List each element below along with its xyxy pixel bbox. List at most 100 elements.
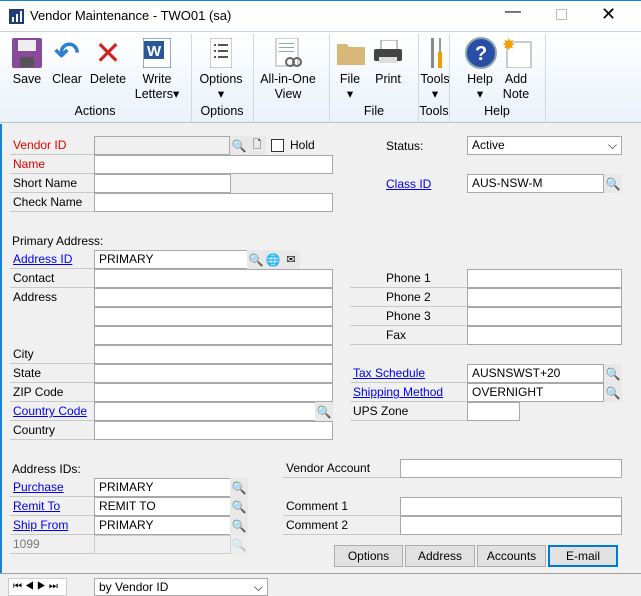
address-id-field[interactable]: PRIMARY xyxy=(94,250,248,269)
options-button[interactable]: Options xyxy=(334,545,403,567)
save-button[interactable]: Save xyxy=(8,36,46,87)
ship-from-label[interactable]: Ship From xyxy=(10,516,95,535)
globe-icon[interactable]: 🌐 xyxy=(264,250,282,269)
shipping-method-link[interactable]: Shipping Method xyxy=(353,385,443,399)
aio-label: All-in-One xyxy=(260,72,316,86)
svg-text:W: W xyxy=(147,43,162,60)
contact-field[interactable] xyxy=(94,269,333,288)
check-name-field[interactable] xyxy=(94,193,333,212)
address-line1-field[interactable] xyxy=(94,288,333,307)
status-value: Active xyxy=(472,138,505,152)
write-letters-button[interactable]: W Write Letters▾ xyxy=(132,36,182,102)
svg-text:?: ? xyxy=(475,43,487,65)
city-field[interactable] xyxy=(94,345,333,364)
window-title: Vendor Maintenance - TWO01 (sa) xyxy=(30,8,232,23)
accounts-button[interactable]: Accounts xyxy=(477,545,546,567)
lookup-icon[interactable]: 🔍 xyxy=(604,383,622,402)
purchase-label[interactable]: Purchase xyxy=(10,478,95,497)
comment2-field[interactable] xyxy=(400,516,622,535)
write-label: Write xyxy=(142,72,172,86)
lookup-icon[interactable]: 🔍 xyxy=(604,364,622,383)
print-button[interactable]: Print xyxy=(370,36,406,87)
remit-to-link[interactable]: Remit To xyxy=(13,499,60,513)
vendor-account-field[interactable] xyxy=(400,459,622,478)
zip-field[interactable] xyxy=(94,383,333,402)
clear-button[interactable]: ↶ Clear xyxy=(49,36,85,87)
ship-from-field[interactable]: PRIMARY xyxy=(94,516,231,535)
address-line3-field[interactable] xyxy=(94,326,333,345)
remit-to-field[interactable]: REMIT TO xyxy=(94,497,231,516)
vendor-id-field[interactable] xyxy=(94,136,230,155)
address-line2-field[interactable] xyxy=(94,307,333,326)
lookup-icon: 🔍 xyxy=(230,535,248,554)
phone2-label: Phone 2 xyxy=(350,288,468,307)
comment1-field[interactable] xyxy=(400,497,622,516)
clear-label: Clear xyxy=(52,72,82,86)
purchase-link[interactable]: Purchase xyxy=(13,480,64,494)
email-button[interactable]: E-mail xyxy=(548,545,618,567)
previous-record-icon[interactable]: ◀ xyxy=(25,581,37,592)
file-button[interactable]: File ▾ xyxy=(334,36,366,102)
phone1-label: Phone 1 xyxy=(350,269,468,288)
country-code-field[interactable] xyxy=(94,402,316,421)
phone2-field[interactable] xyxy=(467,288,622,307)
shipping-method-label[interactable]: Shipping Method xyxy=(350,383,468,402)
fax-field[interactable] xyxy=(467,326,622,345)
status-dropdown[interactable]: Active ⌵ xyxy=(467,136,622,155)
lookup-icon[interactable]: 🔍 xyxy=(230,497,248,516)
minimize-button[interactable]: — xyxy=(505,3,521,21)
state-field[interactable] xyxy=(94,364,333,383)
phone1-field[interactable] xyxy=(467,269,622,288)
tools-button[interactable]: Tools ▾ xyxy=(420,36,450,102)
add-note-button[interactable]: ✸ Add Note xyxy=(500,36,532,102)
next-record-icon[interactable]: ▶ xyxy=(37,581,49,592)
remit-to-label[interactable]: Remit To xyxy=(10,497,95,516)
tax-schedule-field[interactable]: AUSNSWST+20 xyxy=(467,364,604,383)
lookup-icon[interactable]: 🔍 xyxy=(315,402,333,421)
view-label: View xyxy=(274,87,302,101)
save-label: Save xyxy=(12,72,42,86)
address-id-link[interactable]: Address ID xyxy=(13,252,72,266)
country-field[interactable] xyxy=(94,421,333,440)
name-field[interactable] xyxy=(94,155,333,174)
options-ribbon-button[interactable]: Options ▾ xyxy=(196,36,246,102)
help-button[interactable]: ? Help ▾ xyxy=(464,36,497,102)
lookup-icon[interactable]: 🔍 xyxy=(247,250,265,269)
lookup-icon[interactable]: 🔍 xyxy=(230,516,248,535)
file-label: File xyxy=(339,72,361,86)
first-record-icon[interactable]: ⏮ xyxy=(13,581,25,592)
country-code-link[interactable]: Country Code xyxy=(13,404,87,418)
new-document-icon[interactable]: 🗋 xyxy=(248,136,266,155)
class-id-field[interactable]: AUS-NSW-M xyxy=(467,174,604,193)
lookup-icon[interactable]: 🔍 xyxy=(604,174,622,193)
hold-checkbox[interactable] xyxy=(271,139,284,152)
ups-zone-field[interactable] xyxy=(467,402,520,421)
tax-schedule-label[interactable]: Tax Schedule xyxy=(350,364,468,383)
close-button[interactable]: ✕ xyxy=(601,4,616,25)
phone3-field[interactable] xyxy=(467,307,622,326)
address-id-label[interactable]: Address ID xyxy=(10,250,95,269)
purchase-field[interactable]: PRIMARY xyxy=(94,478,231,497)
last-record-icon[interactable]: ⏭ xyxy=(49,581,61,592)
delete-button[interactable]: ✕ Delete xyxy=(88,36,128,87)
envelope-pin-icon[interactable]: ✉ xyxy=(282,250,300,269)
short-name-field[interactable] xyxy=(94,174,231,193)
delete-label: Delete xyxy=(89,72,127,86)
all-in-one-view-button[interactable]: All-in-One View xyxy=(256,36,320,102)
country-code-label[interactable]: Country Code xyxy=(10,402,95,421)
group-options: Options xyxy=(200,104,244,118)
tax-schedule-link[interactable]: Tax Schedule xyxy=(353,366,425,380)
shipping-method-field[interactable]: OVERNIGHT xyxy=(467,383,604,402)
lookup-icon[interactable]: 🔍 xyxy=(230,478,248,497)
lookup-icon[interactable]: 🔍 xyxy=(230,136,248,155)
class-id-link[interactable]: Class ID xyxy=(386,177,431,191)
address-button[interactable]: Address xyxy=(405,545,475,567)
print-label: Print xyxy=(375,72,401,86)
checklist-icon xyxy=(204,36,238,70)
fax-label: Fax xyxy=(350,326,468,345)
maximize-button[interactable] xyxy=(556,9,567,20)
zip-label: ZIP Code xyxy=(10,383,95,402)
ship-from-link[interactable]: Ship From xyxy=(13,518,68,532)
record-navigation[interactable]: ⏮◀▶⏭ xyxy=(8,578,67,596)
sort-dropdown[interactable]: by Vendor ID ⌵ xyxy=(94,578,268,596)
